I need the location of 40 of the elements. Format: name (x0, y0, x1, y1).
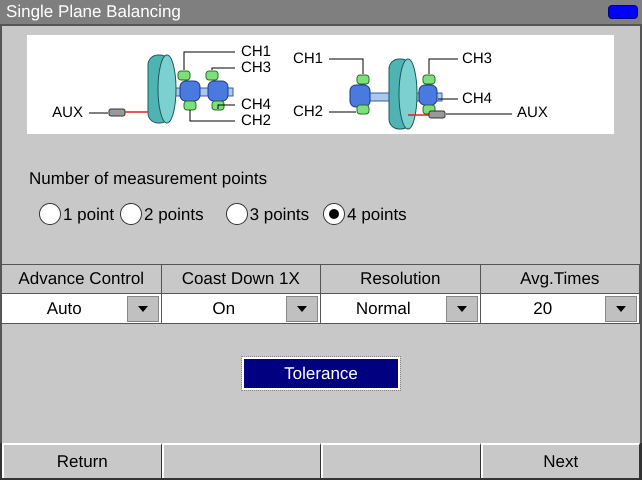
radio-button[interactable] (226, 203, 248, 226)
setting-header: Coast Down 1X (180, 268, 301, 290)
section-label: Number of measurement points (29, 168, 268, 190)
setting-header: Resolution (359, 268, 442, 290)
channel-label: AUX (52, 104, 83, 121)
channel-label: CH2 (241, 112, 272, 129)
radio-option[interactable]: 1 point (39, 202, 114, 227)
tolerance-button[interactable]: Tolerance (242, 357, 400, 390)
setting-header: Avg.Times (519, 268, 600, 290)
setting-header: Advance Control (17, 268, 146, 290)
leader-line (428, 58, 458, 74)
radio-button[interactable] (39, 203, 61, 226)
channel-label: CH1 (241, 42, 272, 60)
channel-label: CH3 (241, 58, 272, 76)
leader-line (438, 98, 458, 100)
caret-icon (126, 296, 158, 322)
radio-option[interactable]: 3 points (226, 202, 310, 227)
leader-line (328, 58, 364, 74)
radio-button[interactable] (120, 203, 142, 226)
battery-icon (608, 5, 638, 19)
channel-label: CH4 (241, 96, 272, 113)
dropdown[interactable]: Auto (2, 293, 160, 323)
caret-icon (286, 296, 318, 322)
channel-label: CH3 (462, 50, 492, 67)
softkey-button[interactable]: Return (2, 443, 162, 478)
radio-option[interactable]: 4 points (323, 202, 407, 227)
dropdown[interactable]: 20 (480, 293, 639, 323)
radio-option[interactable]: 2 points (120, 202, 204, 227)
caret-icon (446, 296, 478, 322)
dropdown[interactable]: On (162, 293, 320, 323)
window-title: Single Plane Balancing (6, 1, 181, 24)
channel-label: CH2 (292, 102, 323, 120)
dropdown[interactable]: Normal (321, 293, 480, 323)
channel-label: AUX (517, 104, 548, 121)
softkey-button[interactable]: Next (480, 443, 640, 478)
channel-label: CH1 (292, 50, 323, 67)
leader-line (88, 112, 108, 114)
caret-icon (605, 296, 637, 322)
radio-button[interactable] (323, 203, 346, 226)
channel-label: CH4 (462, 90, 492, 107)
